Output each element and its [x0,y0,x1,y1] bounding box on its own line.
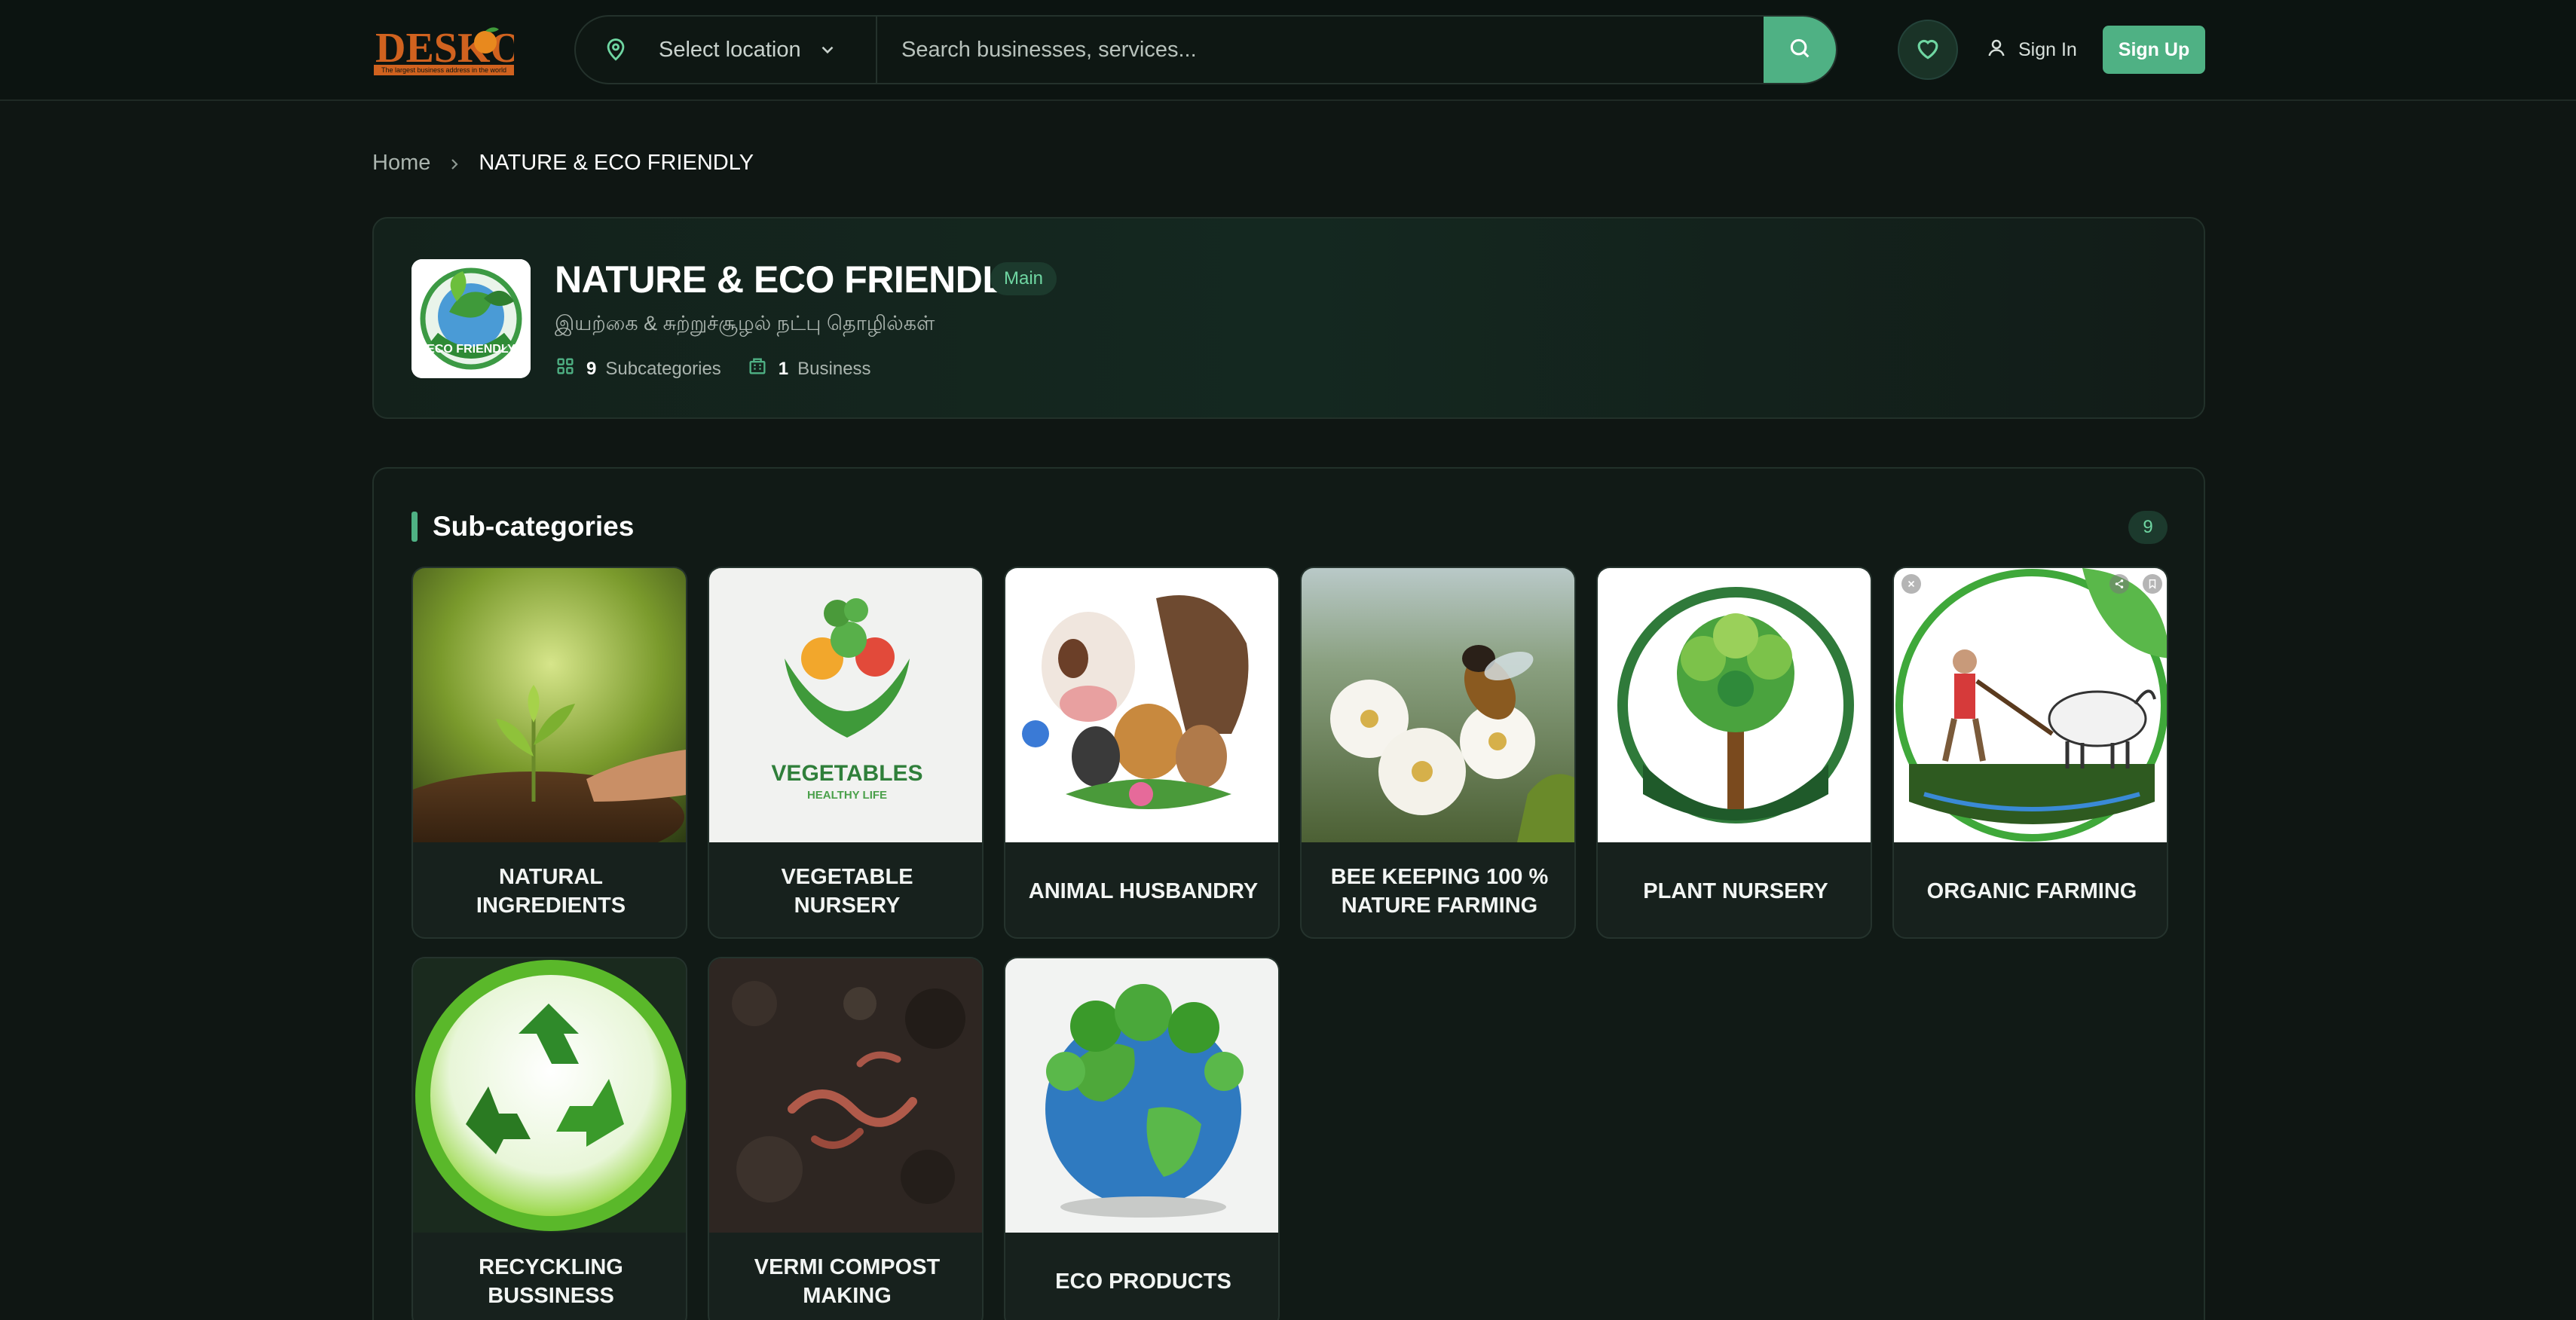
favorites-button[interactable] [1898,20,1958,80]
category-header-card: ECO FRIENDLY NATURE & ECO FRIENDLY Main … [372,217,2205,419]
subcategory-card-plant-nursery[interactable]: PLANT NURSERY [1596,567,1872,939]
map-pin-icon [603,37,629,63]
breadcrumb-home[interactable]: Home [372,151,430,176]
subcategory-label: VERMI COMPOST MAKING [754,1255,941,1308]
share-icon[interactable] [2109,574,2129,594]
category-logo: ECO FRIENDLY [411,259,531,378]
chevron-down-icon [818,40,837,60]
subcategory-image [1005,958,1278,1233]
subcategories-title: Sub-categories [433,511,635,542]
heart-icon [1914,34,1942,66]
chevron-right-icon [445,154,463,173]
sign-up-button[interactable]: Sign Up [2103,26,2205,74]
sign-in-link[interactable]: Sign In [1985,30,2077,69]
subcategory-label: ORGANIC FARMING [1926,879,2137,903]
breadcrumb-current: NATURE & ECO FRIENDLY [479,151,754,175]
svg-text:VEGETABLES: VEGETABLES [771,761,922,786]
search-input[interactable] [877,17,1764,83]
category-stats: 9 Subcategories 1 Business [555,356,897,382]
subcategory-image [1005,568,1278,842]
building-icon [747,356,768,382]
subcategory-count-label: Subcategories [605,358,721,379]
subcategories-section: Sub-categories 9 NATURAL INGREDIENTS VEG… [372,467,2205,1320]
subcategories-count-badge: 9 [2128,511,2168,544]
close-icon[interactable] [1901,574,1921,594]
top-navbar: DESKON The largest business address in t… [0,0,2576,101]
subcategory-image [1894,568,2167,842]
sign-in-label: Sign In [2018,38,2077,60]
subcategory-label: VEGETABLE NURSERY [781,865,913,918]
subcategory-image [1598,568,1871,842]
main-badge: Main [990,262,1057,295]
search-icon [1787,35,1813,65]
subcategory-label: BEE KEEPING 100 % NATURE FARMING [1330,865,1549,918]
subcategory-image: VEGETABLES HEALTHY LIFE [709,568,982,842]
subcategory-card-animal-husbandry[interactable]: ANIMAL HUSBANDRY [1004,567,1280,939]
svg-text:ECO FRIENDLY: ECO FRIENDLY [427,343,516,356]
subcategory-card-vermi-compost[interactable]: VERMI COMPOST MAKING [708,957,984,1320]
svg-text:HEALTHY LIFE: HEALTHY LIFE [807,789,887,802]
search-bar: Select location [574,15,1837,84]
heading-accent-bar [411,512,418,542]
subcategory-label: RECYCKLING BUSSINESS [479,1255,623,1308]
user-icon [1985,37,2008,63]
svg-text:The largest business address i: The largest business address in the worl… [381,66,506,74]
subcategory-count: 9 [586,358,597,379]
business-stat: 1 Business [747,356,871,382]
bookmark-icon[interactable] [2143,574,2162,594]
subcategory-image [413,958,686,1233]
subcategory-image [709,958,982,1233]
category-title: NATURE & ECO FRIENDLY [555,258,1026,301]
location-selector[interactable]: Select location [576,17,877,83]
subcategory-label: PLANT NURSERY [1643,879,1828,903]
subcategory-card-vegetable-nursery[interactable]: VEGETABLES HEALTHY LIFE VEGETABLE NURSER… [708,567,984,939]
subcategory-card-organic-farming[interactable]: ORGANIC FARMING [1892,567,2168,939]
deskon-logo[interactable]: DESKON The largest business address in t… [374,23,554,77]
grid-icon [555,356,576,382]
business-count-label: Business [797,358,871,379]
subcategories-heading: Sub-categories [411,511,634,542]
subcategory-stat: 9 Subcategories [555,356,721,382]
business-count: 1 [778,358,789,379]
subcategory-card-bee-keeping[interactable]: BEE KEEPING 100 % NATURE FARMING [1300,567,1576,939]
search-button[interactable] [1764,17,1836,83]
category-subtitle-tamil: இயற்கை & சுற்றுச்சூழல் நட்பு தொழில்கள் [555,312,935,335]
subcategory-card-natural-ingredients[interactable]: NATURAL INGREDIENTS [411,567,687,939]
subcategory-image [1302,568,1574,842]
location-label: Select location [659,37,801,62]
subcategory-label: ECO PRODUCTS [1055,1270,1231,1294]
subcategory-card-recycling-business[interactable]: RECYCKLING BUSSINESS [411,957,687,1320]
subcategory-image [413,568,686,842]
subcategory-label: NATURAL INGREDIENTS [476,865,626,918]
breadcrumb: Home NATURE & ECO FRIENDLY [372,151,754,176]
subcategory-card-eco-products[interactable]: ECO PRODUCTS [1004,957,1280,1320]
subcategory-label: ANIMAL HUSBANDRY [1028,879,1259,903]
